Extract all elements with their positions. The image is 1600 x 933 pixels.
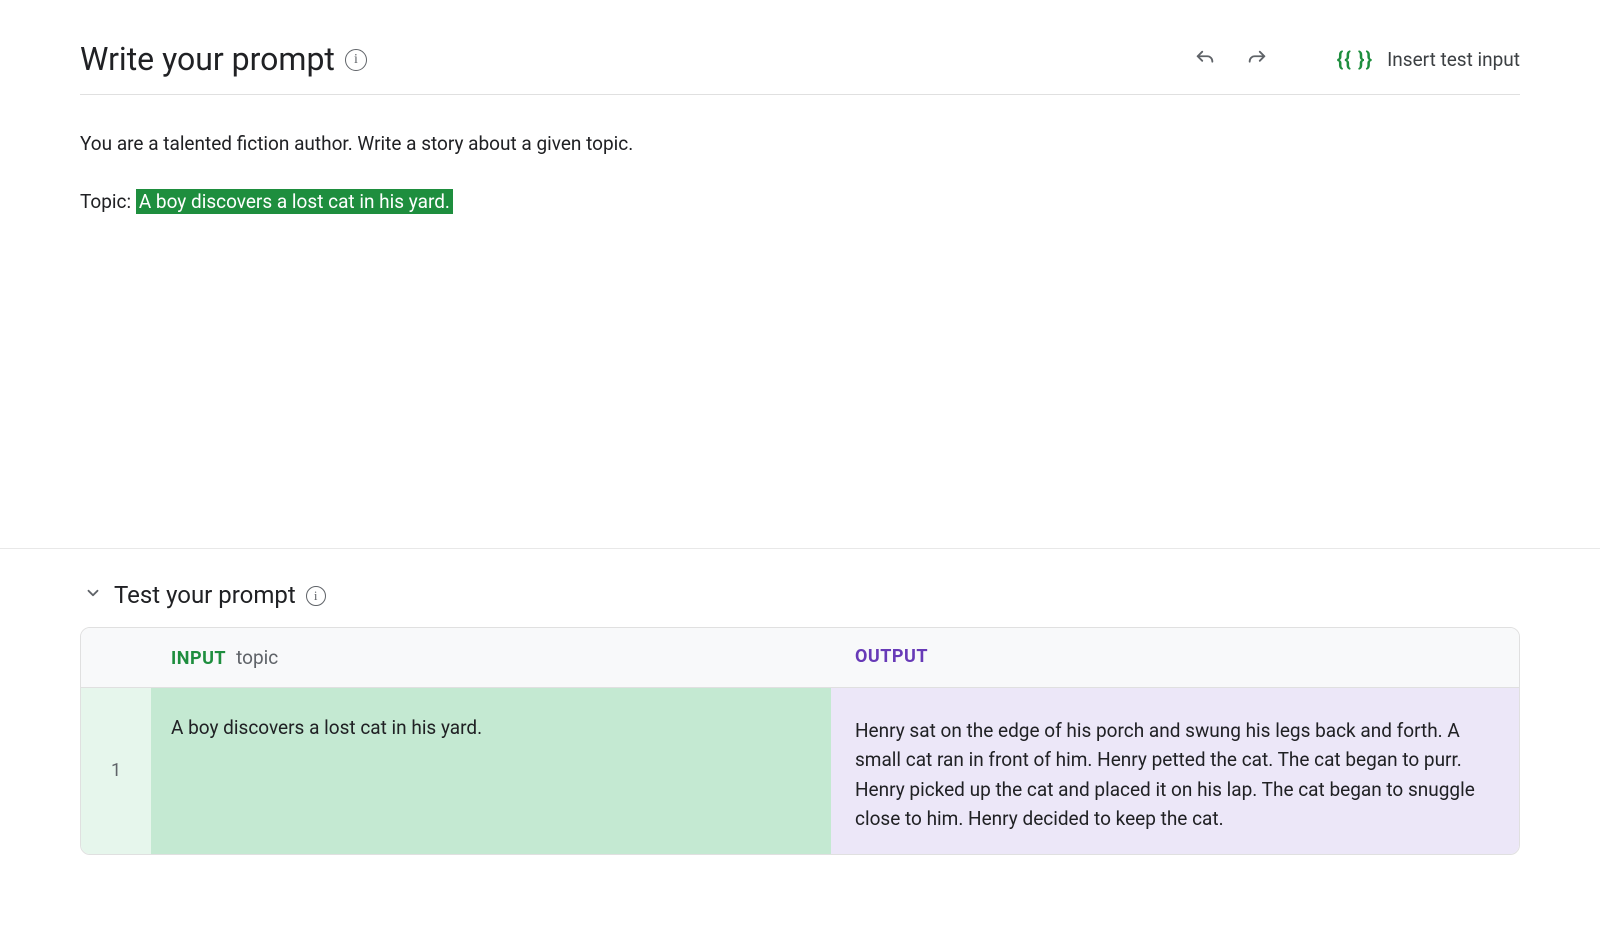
row-index: 1: [81, 688, 151, 854]
table-header-row: INPUT topic OUTPUT: [81, 628, 1519, 688]
braces-icon: {{ }}: [1337, 47, 1373, 71]
info-icon[interactable]: i: [345, 49, 367, 71]
prompt-line-1: You are a talented fiction author. Write…: [80, 129, 1520, 159]
input-column-label: INPUT: [171, 648, 226, 669]
row-input-cell[interactable]: A boy discovers a lost cat in his yard.: [151, 688, 831, 854]
row-output-cell: Henry sat on the edge of his porch and s…: [831, 688, 1519, 854]
output-column-label: OUTPUT: [855, 646, 928, 667]
test-title-text: Test your prompt: [114, 581, 296, 609]
header-actions: {{ }} Insert test input: [1193, 47, 1520, 71]
test-table: INPUT topic OUTPUT 1 A boy discovers a l…: [80, 627, 1520, 855]
info-icon[interactable]: i: [306, 586, 326, 606]
col-input-header: INPUT topic: [151, 628, 835, 687]
test-title: Test your prompt i: [114, 581, 326, 609]
topic-label: Topic:: [80, 190, 136, 213]
header-row: Write your prompt i {{ }}: [80, 40, 1520, 95]
col-index-header: [81, 628, 151, 687]
page-title: Write your prompt i: [80, 40, 367, 78]
topic-variable-highlight[interactable]: A boy discovers a lost cat in his yard.: [136, 189, 453, 214]
insert-test-input-label: Insert test input: [1387, 48, 1520, 71]
undo-button[interactable]: [1193, 47, 1217, 71]
table-row: 1 A boy discovers a lost cat in his yard…: [81, 688, 1519, 854]
prompt-editor[interactable]: You are a talented fiction author. Write…: [0, 105, 1600, 218]
prompt-line-2: Topic: A boy discovers a lost cat in his…: [80, 187, 1520, 217]
page-title-text: Write your prompt: [80, 40, 335, 78]
chevron-down-icon: [84, 584, 102, 606]
col-output-header: OUTPUT: [835, 628, 1519, 687]
test-section-header[interactable]: Test your prompt i: [80, 569, 1520, 627]
insert-test-input-button[interactable]: {{ }} Insert test input: [1337, 47, 1520, 71]
redo-button[interactable]: [1245, 47, 1269, 71]
topic-column-label: topic: [236, 646, 278, 669]
